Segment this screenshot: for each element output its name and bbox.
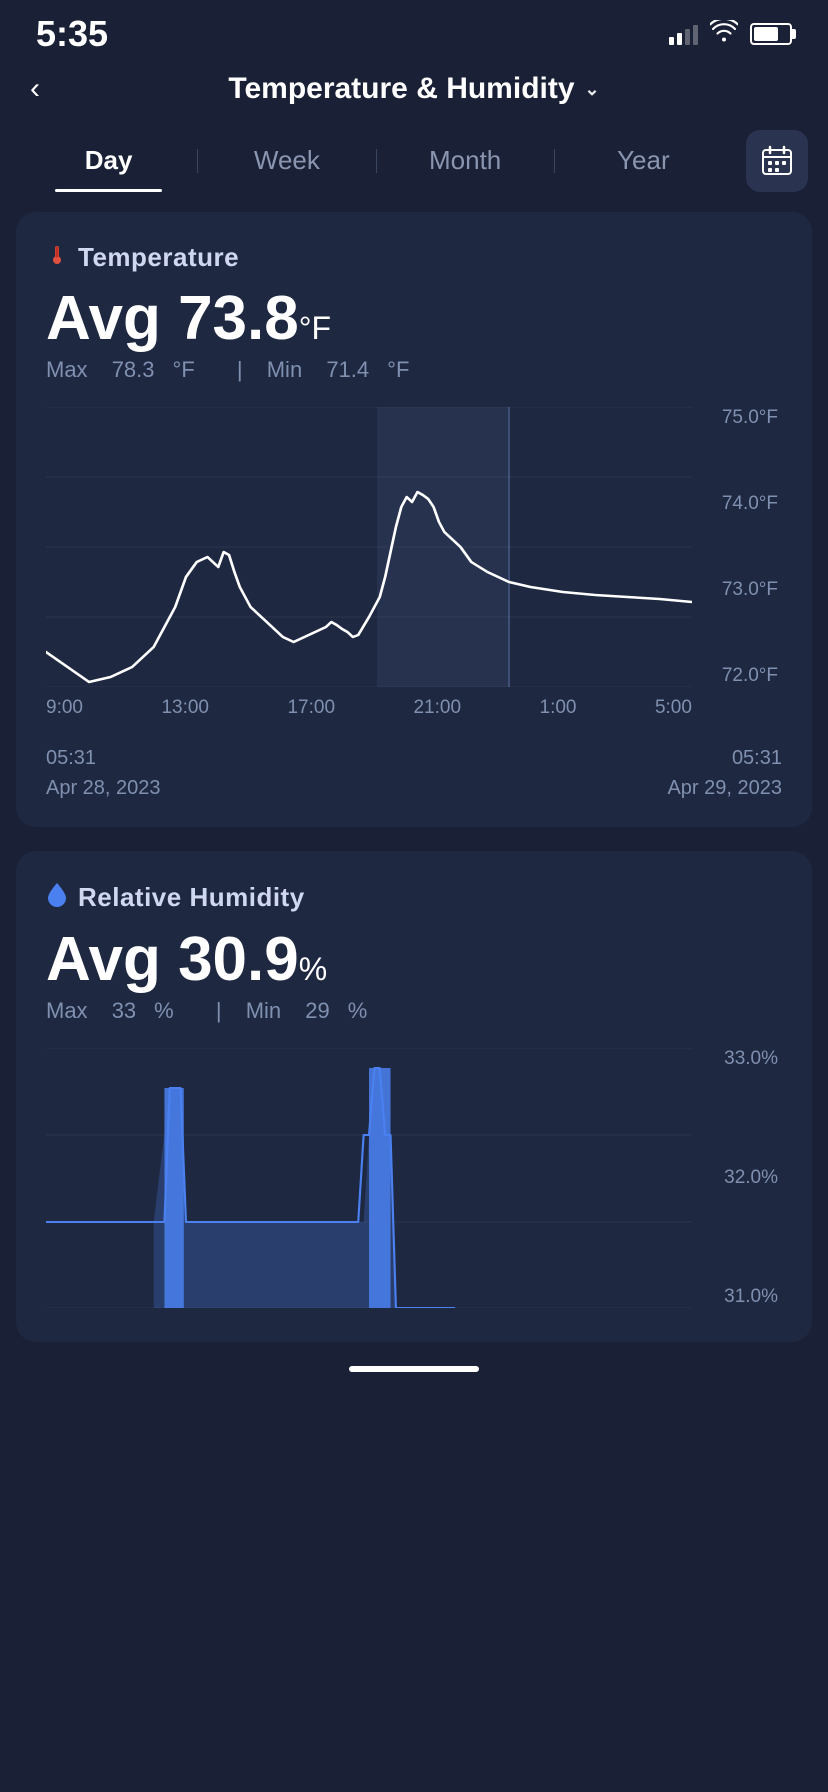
droplet-icon	[46, 881, 68, 914]
temp-min-max: Max 78.3°F | Min 71.4°F	[46, 357, 782, 383]
humidity-y-label-3: 31.0%	[724, 1286, 782, 1308]
humidity-card-title: Relative Humidity	[78, 882, 305, 913]
x-label-5: 1:00	[540, 697, 577, 719]
chart-dates: 05:31 Apr 28, 2023 05:31 Apr 29, 2023	[46, 735, 782, 803]
tab-day[interactable]: Day	[20, 131, 197, 192]
y-label-2: 74.0°F	[722, 493, 782, 515]
temp-max: Max 78.3°F	[46, 357, 213, 382]
battery-icon	[750, 23, 792, 45]
humidity-card-header: Relative Humidity	[46, 881, 782, 914]
humidity-card: Relative Humidity Avg 30.9% Max 33% | Mi…	[16, 851, 812, 1342]
humidity-chart-svg	[46, 1048, 692, 1308]
divider: |	[237, 357, 243, 382]
back-button[interactable]: ‹	[30, 72, 40, 106]
humidity-y-label-1: 33.0%	[724, 1048, 782, 1070]
humidity-min: Min 29%	[246, 998, 386, 1023]
temp-x-axis: 9:00 13:00 17:00 21:00 1:00 5:00	[46, 697, 782, 719]
signal-icon	[669, 23, 698, 45]
divider2: |	[216, 998, 228, 1023]
status-bar: 5:35	[0, 0, 828, 60]
humidity-y-axis: 33.0% 32.0% 31.0%	[697, 1048, 782, 1308]
y-label-4: 72.0°F	[722, 665, 782, 687]
thermometer-icon	[46, 243, 68, 272]
title-text: Temperature & Humidity	[228, 72, 574, 106]
humidity-avg-value: Avg 30.9%	[46, 926, 782, 994]
humidity-y-label-2: 32.0%	[724, 1167, 782, 1189]
status-time: 5:35	[36, 13, 108, 55]
y-label-3: 73.0°F	[722, 579, 782, 601]
header: ‹ Temperature & Humidity ⌄	[0, 60, 828, 130]
tab-month[interactable]: Month	[377, 131, 554, 192]
x-label-2: 13:00	[161, 697, 209, 719]
temp-chart-svg	[46, 407, 692, 687]
humidity-chart-area: 33.0% 32.0% 31.0%	[46, 1048, 782, 1308]
x-label-4: 21:00	[413, 697, 461, 719]
chevron-down-icon[interactable]: ⌄	[585, 79, 600, 100]
temp-chart-container: 75.0°F 74.0°F 73.0°F 72.0°F 9:00 13:00 1…	[46, 407, 782, 803]
humidity-chart-container: 33.0% 32.0% 31.0%	[46, 1048, 782, 1308]
temp-min: Min 71.4°F	[267, 357, 428, 382]
tab-week[interactable]: Week	[198, 131, 375, 192]
temp-y-axis: 75.0°F 74.0°F 73.0°F 72.0°F	[697, 407, 782, 687]
y-label-1: 75.0°F	[722, 407, 782, 429]
x-label-1: 9:00	[46, 697, 83, 719]
temp-card-title: Temperature	[78, 242, 239, 273]
x-label-3: 17:00	[287, 697, 335, 719]
humidity-min-max: Max 33% | Min 29%	[46, 998, 782, 1024]
temp-chart-area: 75.0°F 74.0°F 73.0°F 72.0°F	[46, 407, 782, 687]
scroll-indicator	[349, 1366, 479, 1372]
wifi-icon	[710, 20, 738, 48]
chart-date-right: 05:31 Apr 29, 2023	[667, 743, 782, 803]
humidity-max: Max 33%	[46, 998, 192, 1023]
page-title: Temperature & Humidity ⌄	[228, 72, 599, 106]
temp-avg-value: Avg 73.8°F	[46, 285, 782, 353]
calendar-button[interactable]	[746, 130, 808, 192]
chart-date-left: 05:31 Apr 28, 2023	[46, 743, 161, 803]
x-label-6: 5:00	[655, 697, 692, 719]
tab-bar: Day Week Month Year	[0, 130, 828, 192]
temperature-card: Temperature Avg 73.8°F Max 78.3°F | Min …	[16, 212, 812, 827]
tab-year[interactable]: Year	[555, 131, 732, 192]
status-icons	[669, 20, 792, 48]
temp-card-header: Temperature	[46, 242, 782, 273]
